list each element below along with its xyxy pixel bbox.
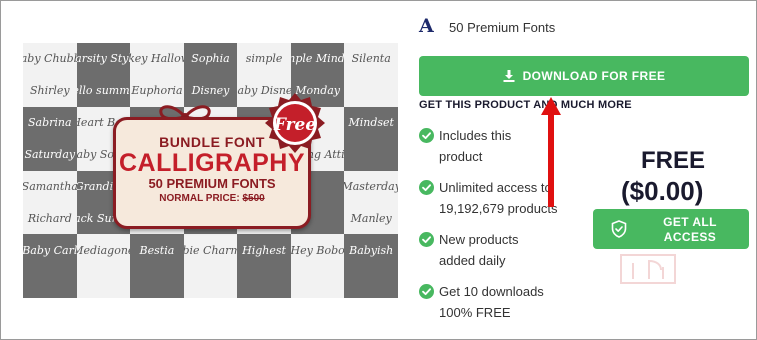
font-sample-tile [344, 266, 398, 298]
font-sample-tile: Disney [183, 74, 238, 107]
download-button-label: DOWNLOAD FOR FREE [522, 69, 666, 83]
check-circle-icon [419, 180, 434, 195]
check-circle-icon [419, 128, 434, 143]
font-sample-tile [23, 266, 77, 298]
font-sample-tile [237, 266, 291, 298]
free-badge: Free [265, 93, 325, 153]
font-sample-tile: Masterday [344, 170, 398, 203]
check-circle-icon [419, 284, 434, 299]
feature-item: New products added daily [419, 229, 549, 271]
font-sample-tile: hello summer [76, 74, 131, 107]
font-sample-tile: Shirley [23, 74, 77, 107]
brand-logo-icon[interactable]: A [419, 15, 434, 37]
get-all-access-button[interactable]: GET ALL ACCESS [593, 209, 749, 249]
product-panel: Baby ChubbyVarsity StyleSmokey Halloween… [0, 0, 757, 340]
access-button-line-2: ACCESS [663, 230, 717, 244]
font-sample-tile: Saturday [23, 138, 77, 171]
feature-item: Includes this product [419, 125, 549, 167]
font-sample-tile: Hey Bobo [290, 234, 345, 267]
font-sample-tile [344, 74, 398, 107]
feature-text: Includes this product [439, 128, 512, 164]
access-button-line-1: GET ALL [663, 215, 717, 229]
font-sample-tile: Smokey Halloween [130, 43, 184, 75]
font-sample-tile: Mediagone [76, 234, 131, 267]
font-sample-tile [183, 266, 238, 298]
download-icon [503, 70, 515, 82]
shield-check-icon [611, 220, 627, 238]
font-sample-tile: Euphoria [130, 74, 184, 107]
price-amount: ($0.00) [621, 176, 704, 206]
normal-price-label: NORMAL PRICE: [159, 193, 240, 204]
font-sample-tile: Richard [23, 202, 77, 235]
font-sample-tile [130, 266, 184, 298]
font-sample-tile: Manley [344, 202, 398, 235]
product-brand-text: 50 Premium Fonts [449, 20, 556, 35]
annotation-arrow-icon [541, 97, 561, 207]
feature-text: Get 10 downloads 100% FREE [439, 284, 544, 320]
font-sample-tile: Bestia [130, 234, 184, 267]
font-sample-tile: Samantha [23, 170, 77, 203]
font-sample-tile: Silenta [344, 43, 398, 75]
feature-text: New products added daily [439, 232, 519, 268]
product-preview-image[interactable]: Baby ChubbyVarsity StyleSmokey Halloween… [23, 43, 398, 298]
font-sample-tile: Sophia [183, 43, 238, 75]
normal-price-value: $500 [242, 193, 265, 204]
font-sample-tile: Babyish [344, 234, 398, 267]
more-heading: GET THIS PRODUCT AND MUCH MORE [419, 99, 632, 111]
font-sample-tile: Mindset [344, 106, 398, 139]
font-sample-tile: Highest [237, 234, 291, 267]
svg-text:Free: Free [273, 115, 317, 135]
font-sample-tile [344, 138, 398, 171]
font-sample-tile: Baby Carl [23, 234, 77, 267]
price-label: FREE [641, 147, 706, 174]
banner-normal-price: NORMAL PRICE: $500 [116, 193, 308, 204]
download-for-free-button[interactable]: DOWNLOAD FOR FREE [419, 56, 749, 96]
font-sample-tile: Varsity Style [76, 43, 131, 75]
font-sample-tile: simple [237, 43, 291, 75]
font-sample-tile: Baby Chubby [23, 43, 77, 75]
watermark-icon [620, 254, 676, 284]
font-sample-tile: Sabrina [23, 106, 77, 139]
banner-line-3: 50 PREMIUM FONTS [148, 176, 276, 191]
check-circle-icon [419, 232, 434, 247]
font-sample-tile [290, 266, 345, 298]
font-sample-tile: Simple Mindset [290, 43, 345, 75]
font-sample-tile: Barbie Charming [183, 234, 238, 267]
font-sample-tile [76, 266, 131, 298]
feature-item: Get 10 downloads 100% FREE [419, 281, 564, 323]
